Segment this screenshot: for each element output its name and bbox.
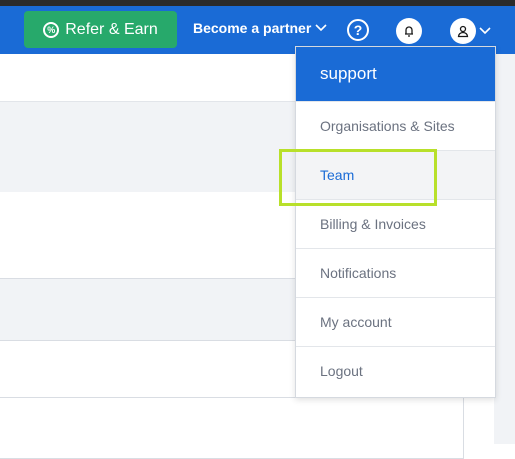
user-menu-button[interactable]	[450, 18, 491, 44]
percent-badge-icon: %	[43, 21, 60, 38]
menu-item-my-account[interactable]: My account	[296, 297, 495, 346]
refer-earn-button[interactable]: % Refer & Earn	[24, 11, 177, 48]
help-icon[interactable]: ?	[347, 19, 369, 41]
menu-item-organisations-sites[interactable]: Organisations & Sites	[296, 101, 495, 150]
menu-item-team[interactable]: Team	[296, 150, 495, 199]
bell-icon	[405, 26, 413, 37]
user-icon	[457, 25, 469, 38]
refer-earn-label: Refer & Earn	[65, 20, 158, 38]
chevron-down-icon	[479, 27, 491, 35]
notifications-button[interactable]	[396, 18, 422, 44]
become-partner-label: Become a partner	[193, 20, 312, 36]
become-partner-menu[interactable]: Become a partner	[193, 20, 327, 36]
content-panel	[0, 397, 464, 459]
menu-item-notifications[interactable]: Notifications	[296, 248, 495, 297]
user-dropdown-menu: support Organisations & Sites Team Billi…	[295, 46, 496, 398]
dropdown-header: support	[296, 47, 495, 101]
avatar	[450, 18, 476, 44]
menu-item-logout[interactable]: Logout	[296, 346, 495, 395]
right-gutter	[494, 54, 515, 444]
chevron-down-icon	[315, 24, 327, 32]
menu-item-billing-invoices[interactable]: Billing & Invoices	[296, 199, 495, 248]
